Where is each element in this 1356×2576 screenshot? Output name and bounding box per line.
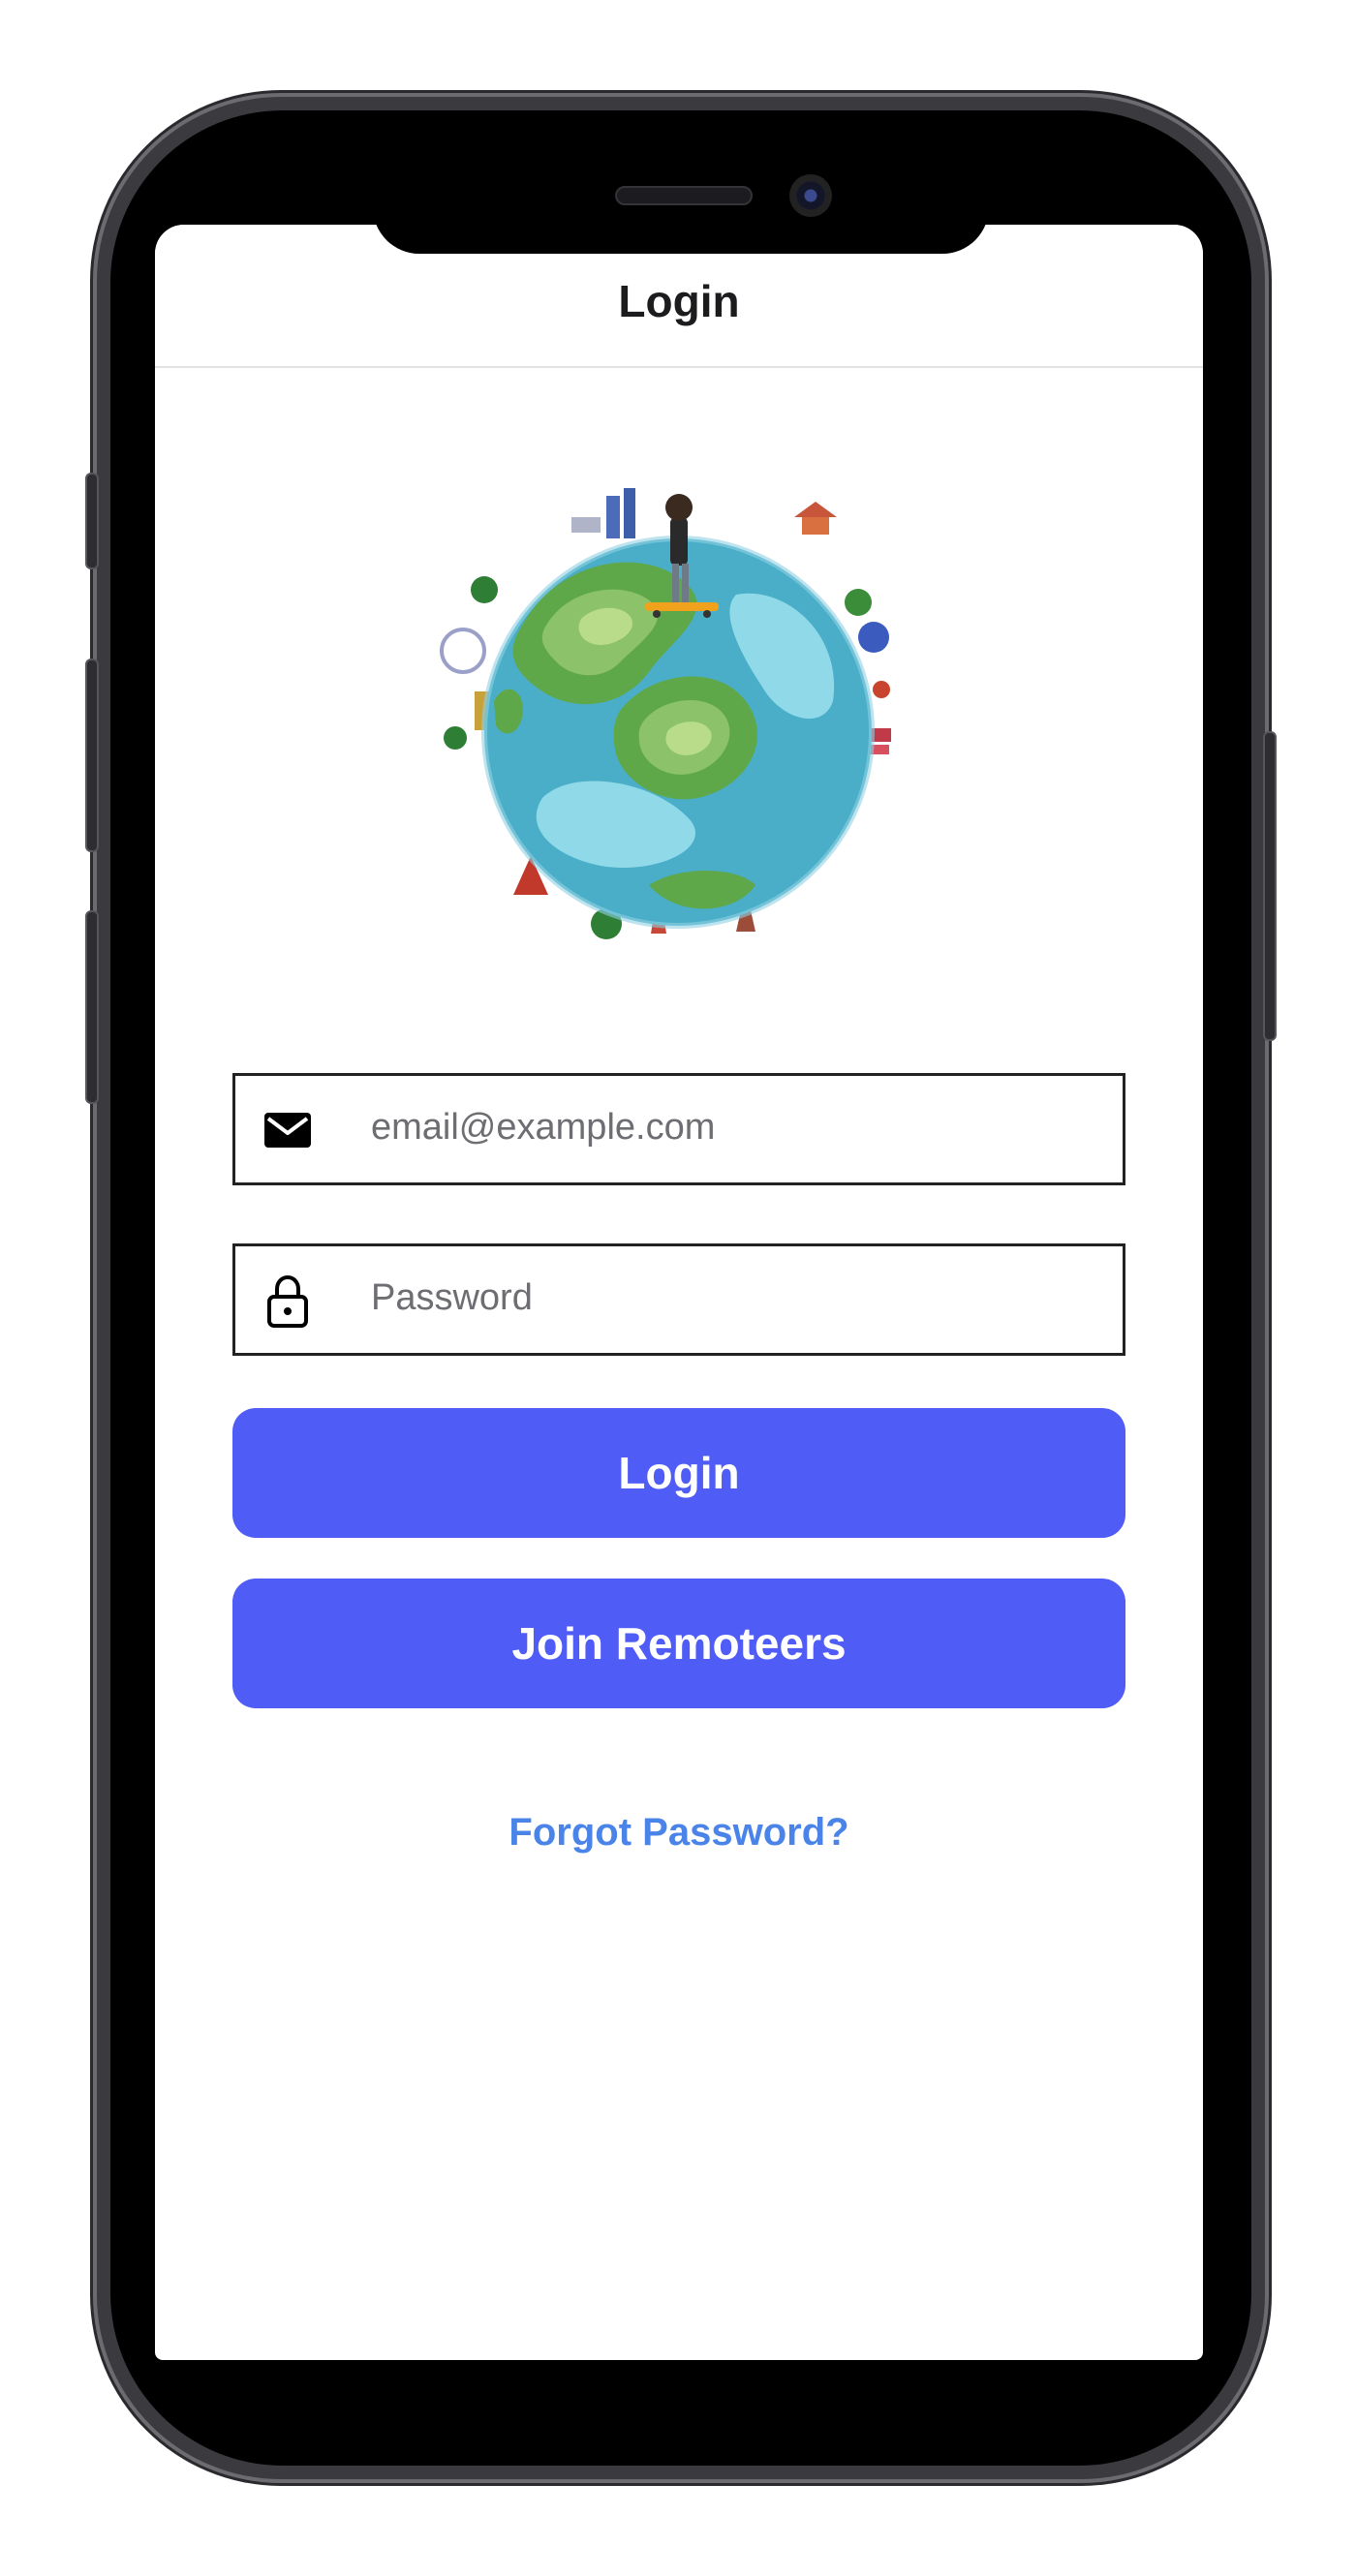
- join-remoteers-button[interactable]: Join Remoteers: [232, 1579, 1125, 1708]
- app-screen: Login email@example.com Password Login J…: [155, 225, 1203, 2360]
- volume-up-button: [85, 659, 99, 852]
- login-button[interactable]: Login: [232, 1408, 1125, 1538]
- page-title: Login: [618, 276, 740, 326]
- password-field[interactable]: Password: [232, 1243, 1125, 1356]
- lock-icon: [261, 1273, 315, 1328]
- password-placeholder: Password: [371, 1277, 533, 1318]
- email-field[interactable]: email@example.com: [232, 1073, 1125, 1185]
- globe-illustration: [426, 478, 930, 982]
- email-placeholder: email@example.com: [371, 1107, 716, 1148]
- forgot-password-link[interactable]: Forgot Password?: [155, 1811, 1203, 1855]
- mute-switch: [85, 473, 99, 569]
- front-camera: [789, 174, 832, 217]
- envelope-icon: [261, 1103, 315, 1157]
- power-button: [1263, 731, 1277, 1041]
- earpiece-speaker: [615, 186, 753, 205]
- volume-down-button: [85, 910, 99, 1104]
- globe-image: [440, 488, 891, 939]
